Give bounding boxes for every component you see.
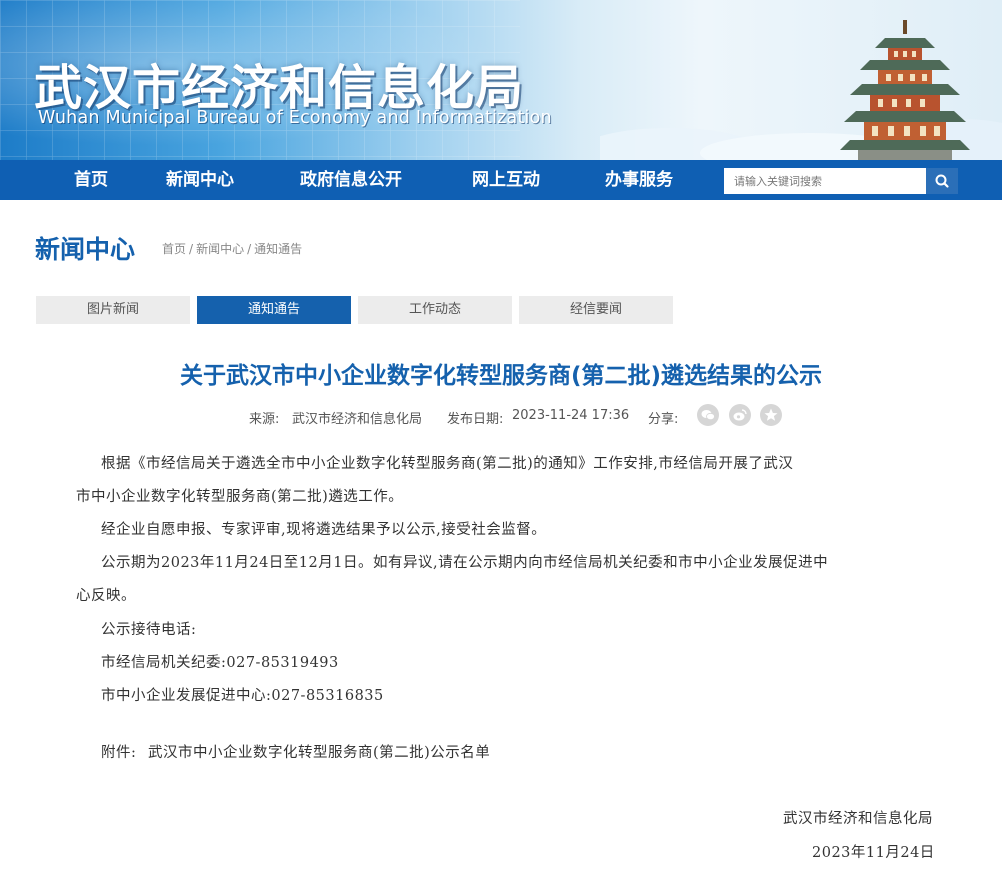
tab-notices[interactable]: 通知通告 bbox=[197, 296, 351, 324]
contact-heading: 公示接待电话: bbox=[101, 622, 197, 638]
contact-phone-1: 市经信局机关纪委:027-85319493 bbox=[101, 655, 339, 671]
nav-item-gov-info[interactable]: 政府信息公开 bbox=[300, 160, 402, 200]
attachment-link[interactable]: 武汉市中小企业数字化转型服务商(第二批)公示名单 bbox=[148, 741, 490, 762]
search-input[interactable] bbox=[724, 168, 926, 194]
section-title: 新闻中心 bbox=[35, 235, 136, 264]
search-icon bbox=[935, 174, 949, 188]
breadcrumb: 首页 / 新闻中心 / 通知通告 bbox=[162, 240, 302, 257]
contact-phone-2: 市中小企业发展促进中心:027-85316835 bbox=[101, 688, 384, 704]
site-logo-subtitle: Wuhan Municipal Bureau of Economy and In… bbox=[38, 108, 552, 128]
nav-item-online-interaction[interactable]: 网上互动 bbox=[472, 160, 540, 200]
breadcrumb-notices[interactable]: 通知通告 bbox=[254, 242, 302, 256]
article-paragraph-1a: 根据《市经信局关于遴选全市中小企业数字化转型服务商(第二批)的通知》工作安排,市… bbox=[101, 456, 794, 472]
article-title: 关于武汉市中小企业数字化转型服务商(第二批)遴选结果的公示 bbox=[179, 363, 823, 389]
search-button[interactable] bbox=[926, 168, 958, 194]
signature: 武汉市经济和信息化局 bbox=[783, 811, 933, 827]
site-banner: 武汉市经济和信息化局 Wuhan Municipal Bureau of Eco… bbox=[0, 0, 1002, 160]
breadcrumb-separator: / bbox=[247, 242, 252, 256]
article-paragraph-2: 经企业自愿申报、专家评审,现将遴选结果予以公示,接受社会监督。 bbox=[101, 522, 547, 538]
source-label: 来源: bbox=[249, 412, 280, 427]
favorite-icon bbox=[764, 408, 778, 421]
source-value: 武汉市经济和信息化局 bbox=[292, 412, 423, 427]
article-paragraph-1b: 市中小企业数字化转型服务商(第二批)遴选工作。 bbox=[76, 489, 404, 505]
share-label: 分享: bbox=[648, 412, 679, 427]
attachment-label: 附件: bbox=[101, 745, 137, 761]
share-wechat-button[interactable] bbox=[697, 404, 719, 426]
signature-date: 2023年11月24日 bbox=[812, 845, 935, 861]
share-weibo-button[interactable] bbox=[729, 404, 751, 426]
tab-work-updates[interactable]: 工作动态 bbox=[358, 296, 512, 324]
date-label: 发布日期: bbox=[447, 412, 504, 427]
publish-date: 2023-11-24 17:36 bbox=[512, 408, 630, 423]
nav-item-services[interactable]: 办事服务 bbox=[605, 160, 673, 200]
tab-key-news[interactable]: 经信要闻 bbox=[519, 296, 673, 324]
tab-picture-news[interactable]: 图片新闻 bbox=[36, 296, 190, 324]
article-paragraph-3b: 心反映。 bbox=[76, 588, 136, 604]
weibo-icon bbox=[733, 409, 747, 421]
breadcrumb-separator: / bbox=[189, 242, 194, 256]
yellow-crane-tower-icon bbox=[840, 20, 970, 160]
article-paragraph-3a: 公示期为2023年11月24日至12月1日。如有异议,请在公示期内向市经信局机关… bbox=[101, 555, 829, 571]
wechat-icon bbox=[701, 410, 715, 421]
breadcrumb-news-center[interactable]: 新闻中心 bbox=[196, 242, 244, 256]
nav-item-home[interactable]: 首页 bbox=[74, 160, 108, 200]
nav-item-news-center[interactable]: 新闻中心 bbox=[166, 160, 234, 200]
share-favorite-button[interactable] bbox=[760, 404, 782, 426]
breadcrumb-home[interactable]: 首页 bbox=[162, 242, 186, 256]
